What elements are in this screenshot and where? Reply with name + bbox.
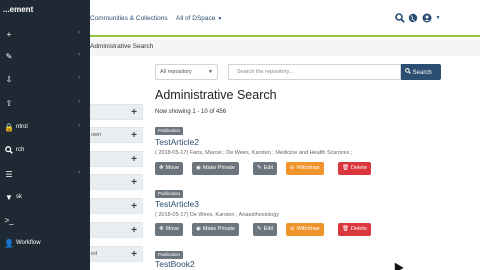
registries-icon: ☰	[5, 170, 13, 179]
sidebar-brand: ...ement	[3, 5, 34, 14]
withdraw-button[interactable]: ⊖ Withdraw	[286, 223, 324, 236]
type-badge: Publication	[155, 127, 184, 135]
search-input[interactable]: Search the repository...	[228, 64, 401, 80]
move-button[interactable]: ✥ Move	[155, 162, 184, 175]
eye-slash-icon: ◉	[196, 226, 201, 232]
delete-button[interactable]: 🗑 Delete	[338, 223, 371, 236]
type-badge: Publication	[155, 251, 184, 259]
sidebar-item-registries[interactable]: ☰ ›	[0, 164, 90, 186]
withdraw-icon: ⊖	[290, 165, 295, 171]
chevron-right-icon: ›	[78, 30, 80, 36]
user-icon[interactable]	[422, 13, 432, 23]
chevron-right-icon: ›	[78, 52, 80, 58]
chevron-down-icon[interactable]: ▼	[433, 13, 443, 23]
result-meta: ( 2018-05-17) De Wees, Karsten ; Anaesth…	[155, 212, 280, 218]
eye-slash-icon: ◉	[196, 165, 201, 171]
edit-button[interactable]: ✎ Edit	[253, 162, 278, 175]
withdraw-icon: ⊖	[290, 226, 295, 232]
result-title[interactable]: TestArticle2	[155, 137, 199, 147]
plus-icon[interactable]: +	[131, 154, 137, 165]
chevron-down-icon: ▼	[217, 16, 223, 22]
export-icon: ⇧	[5, 99, 13, 108]
plus-icon[interactable]: +	[131, 107, 137, 118]
import-icon: ⇩	[5, 75, 13, 84]
edit-icon: ✎	[257, 165, 262, 171]
sidebar-item-access-control[interactable]: 🔒 ntrol ›	[0, 117, 90, 139]
sidebar-item-export[interactable]: ⇧ ›	[0, 93, 90, 115]
make-private-button[interactable]: ◉ Make Private	[192, 162, 239, 175]
sidebar-item-curation-task[interactable]: ▼ sk	[0, 187, 90, 209]
mouse-cursor	[390, 260, 404, 270]
result-title[interactable]: TestBook2	[155, 259, 195, 269]
sidebar-item-new[interactable]: + ›	[0, 24, 90, 46]
type-badge: Publication	[155, 190, 184, 198]
terminal-icon: >_	[4, 216, 14, 225]
chevron-right-icon: ›	[78, 170, 80, 176]
move-button[interactable]: ✥ Move	[155, 223, 184, 236]
move-icon: ✥	[159, 165, 164, 171]
result-title[interactable]: TestArticle3	[155, 199, 199, 209]
sidebar-item-workflow[interactable]: 👤 Workflow	[0, 233, 90, 255]
globe-icon[interactable]	[408, 13, 418, 23]
plus-icon[interactable]: +	[131, 249, 137, 260]
results-count: Now showing 1 - 10 of 456	[155, 109, 227, 115]
make-private-button[interactable]: ◉ Make Private	[192, 223, 239, 236]
nav-communities-collections[interactable]: Communities & Collections	[90, 15, 168, 22]
search-icon	[405, 68, 411, 74]
scope-select[interactable]: All repository ▼	[155, 64, 218, 80]
plus-icon[interactable]: +	[131, 225, 137, 236]
curation-icon: ▼	[5, 193, 13, 202]
admin-sidebar: ...ement + › ✎ › ⇩ › ⇧ › 🔒 ntrol › rch ☰…	[0, 0, 90, 270]
sidebar-item-processes[interactable]: >_	[0, 210, 90, 232]
access-control-icon: 🔒	[4, 123, 14, 132]
pencil-icon: ✎	[5, 52, 13, 61]
sidebar-item-import[interactable]: ⇩ ›	[0, 69, 90, 91]
plus-icon[interactable]: +	[131, 130, 137, 141]
search-icon	[4, 146, 14, 156]
edit-icon: ✎	[257, 226, 262, 232]
page-title: Administrative Search	[155, 88, 277, 102]
withdraw-button[interactable]: ⊖ Withdraw	[286, 162, 324, 175]
nav-all-of-dspace[interactable]: All of DSpace ▼	[176, 15, 222, 22]
chevron-down-icon: ▼	[208, 69, 213, 75]
search-button[interactable]: Search	[401, 64, 441, 80]
result-meta: ( 2018-05-17) Fans, Marcel ; De Wees, Ka…	[155, 150, 353, 156]
delete-button[interactable]: 🗑 Delete	[338, 162, 371, 175]
workflow-icon: 👤	[4, 239, 14, 248]
sidebar-item-edit[interactable]: ✎ ›	[0, 46, 90, 68]
trash-icon: 🗑	[342, 226, 349, 232]
plus-icon[interactable]: +	[131, 177, 137, 188]
move-icon: ✥	[159, 226, 164, 232]
edit-button[interactable]: ✎ Edit	[253, 223, 278, 236]
trash-icon: 🗑	[342, 165, 349, 171]
chevron-right-icon: ›	[78, 75, 80, 81]
search-icon[interactable]	[395, 13, 405, 23]
sidebar-item-admin-search[interactable]: rch	[0, 140, 90, 162]
plus-icon[interactable]: +	[131, 201, 137, 212]
chevron-right-icon: ›	[78, 99, 80, 105]
plus-icon: +	[6, 30, 12, 39]
chevron-right-icon: ›	[78, 123, 80, 129]
breadcrumb-current: Administrative Search	[90, 43, 154, 50]
